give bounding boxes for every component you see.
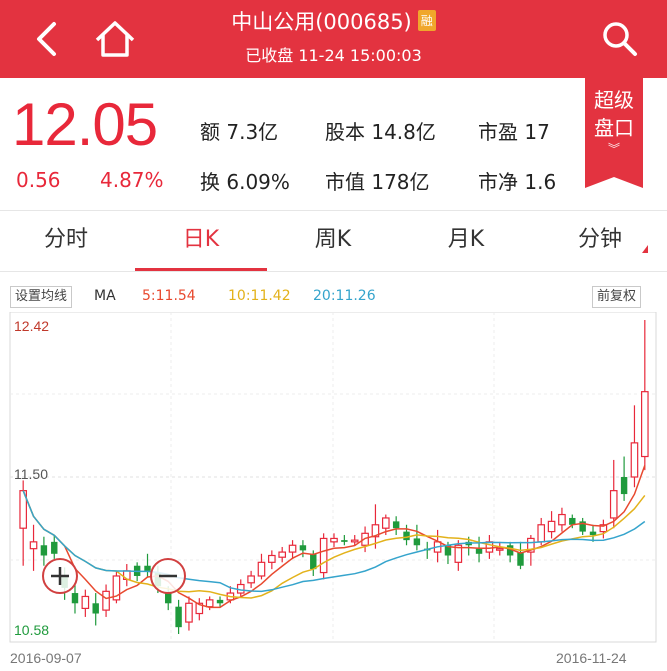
candle — [630, 442, 639, 478]
stat-turnover-amount: 额 7.3亿 — [200, 120, 279, 144]
stat-market-cap: 市值 178亿 — [325, 170, 430, 194]
candle — [319, 537, 328, 574]
candle — [537, 524, 546, 543]
indicator-bar: 设置均线 MA 5:11.54 10:11.42 20:11.26 前复权 — [0, 286, 667, 310]
candle — [81, 595, 90, 610]
y-tick-top: 12.42 — [14, 318, 50, 334]
super-panel-button[interactable]: 超级盘口 ︾ — [585, 78, 643, 188]
adjust-button[interactable]: 前复权 — [592, 286, 642, 308]
candle — [92, 603, 99, 614]
ma-label: MA — [94, 288, 116, 304]
candle — [641, 391, 649, 458]
candle — [403, 531, 410, 541]
candle — [392, 521, 400, 529]
super-panel-label: 超级盘口 — [594, 88, 634, 140]
ma10-value: 10:11.42 — [228, 288, 291, 304]
candle — [589, 531, 597, 536]
candle — [475, 548, 483, 554]
tab-weekly-k[interactable]: 周K — [267, 211, 399, 271]
price-change: 0.56 — [16, 168, 61, 192]
quote-panel: 12.05 0.56 4.87% 额 7.3亿 股本 14.8亿 市盈 17 换… — [0, 78, 667, 208]
x-end-date: 2016-11-24 — [556, 650, 627, 666]
candle — [278, 551, 287, 558]
candle — [341, 540, 348, 542]
candle — [165, 593, 172, 604]
candle — [216, 599, 224, 604]
candle — [495, 548, 504, 551]
tab-monthly-k[interactable]: 月K — [400, 211, 532, 271]
candle — [144, 565, 151, 571]
stock-title: 中山公用(000685) 融 — [0, 6, 667, 36]
candle — [288, 544, 297, 553]
y-tick-mid: 11.50 — [14, 466, 48, 482]
search-button[interactable] — [595, 14, 645, 64]
candle — [71, 593, 79, 604]
candle — [350, 539, 359, 543]
period-tabs: 分时 日K 周K 月K 分钟 — [0, 210, 667, 272]
ma-settings-button[interactable]: 设置均线 — [10, 286, 73, 308]
candle — [247, 575, 255, 584]
candlestick-chart[interactable] — [0, 312, 667, 651]
y-tick-bottom: 10.58 — [14, 622, 50, 638]
candle — [413, 538, 421, 546]
price-change-percent: 4.87% — [100, 168, 164, 192]
candle — [205, 599, 214, 608]
active-tab-indicator — [135, 268, 267, 271]
candle — [558, 513, 566, 526]
candle — [268, 554, 276, 563]
candle — [257, 561, 266, 577]
market-status: 已收盘 11-24 15:00:03 — [245, 46, 422, 65]
candle — [185, 602, 193, 623]
candle — [330, 537, 338, 543]
margin-badge: 融 — [417, 10, 436, 31]
x-start-date: 2016-09-07 — [10, 650, 82, 666]
last-price: 12.05 — [12, 91, 158, 158]
tab-daily-k[interactable]: 日K — [135, 211, 267, 271]
zoom-out-button[interactable] — [150, 558, 186, 594]
candle — [29, 541, 38, 550]
zoom-in-button[interactable] — [42, 558, 78, 594]
stat-share-capital: 股本 14.8亿 — [325, 120, 436, 144]
double-chevron-down-icon: ︾ — [607, 142, 620, 156]
search-icon — [603, 22, 637, 56]
tab-minute[interactable]: 分钟 — [540, 211, 660, 271]
ma5-value: 5:11.54 — [142, 288, 196, 304]
tab-intraday[interactable]: 分时 — [0, 211, 132, 271]
candle — [609, 490, 618, 519]
candle — [102, 590, 110, 611]
stat-pe: 市盈 17 — [478, 120, 550, 144]
candle — [381, 517, 390, 529]
candle — [547, 520, 556, 533]
candle — [310, 553, 317, 570]
stock-name: 中山公用(000685) — [231, 10, 412, 34]
candle — [40, 545, 48, 556]
dropdown-triangle-icon — [642, 245, 648, 253]
candle — [485, 541, 494, 553]
top-bar: 中山公用(000685) 融 已收盘 11-24 15:00:03 — [0, 0, 667, 78]
candle — [175, 606, 182, 628]
candle — [517, 552, 524, 566]
candle — [620, 477, 628, 495]
stat-turnover-rate: 换 6.09% — [200, 170, 290, 194]
stat-pb: 市净 1.6 — [478, 170, 557, 194]
ma20-value: 20:11.26 — [313, 288, 376, 304]
candle — [51, 541, 58, 554]
candle — [299, 545, 307, 551]
